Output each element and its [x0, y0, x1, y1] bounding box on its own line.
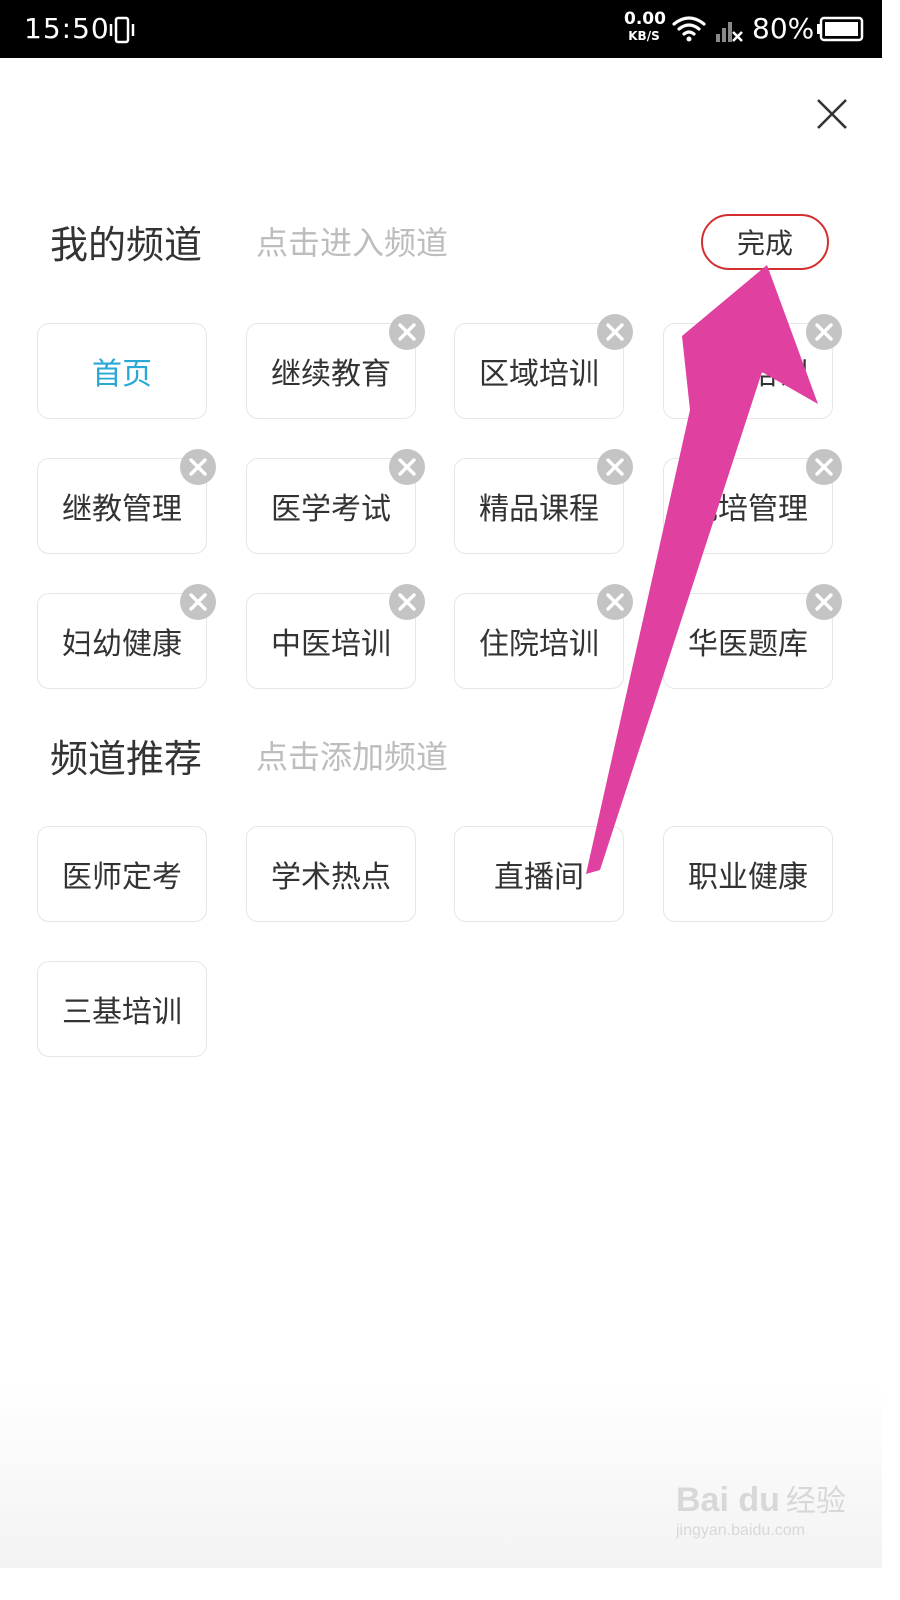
signal-icon: [716, 22, 743, 42]
done-button[interactable]: 完成: [701, 214, 829, 270]
my-channel-chip-label: 妇幼健康: [62, 627, 182, 662]
recommended-channel-chip-label: 职业健康: [688, 860, 808, 895]
status-bar: 15:50 0.00 KB/S 80%: [0, 0, 882, 58]
recommended-channels-title: 频道推荐: [50, 737, 203, 781]
my-channel-chip[interactable]: 基层培训: [663, 314, 842, 419]
my-channel-chip-label: 规培管理: [688, 492, 808, 527]
my-channel-chip[interactable]: 规培管理: [663, 449, 842, 554]
watermark-logo: Bai du: [676, 1481, 780, 1519]
recommended-channel-chip[interactable]: 三基培训: [37, 961, 207, 1057]
remove-channel-icon[interactable]: [806, 314, 842, 350]
watermark-brand: 经验: [785, 1484, 846, 1519]
my-channel-chip-label: 精品课程: [479, 492, 599, 527]
my-channel-chip[interactable]: 首页: [37, 323, 207, 419]
my-channel-chip-label: 继续教育: [271, 357, 391, 392]
network-speed-value: 0.00: [624, 9, 666, 29]
my-channel-chip-label: 中医培训: [271, 627, 391, 662]
my-channel-chip-label: 继教管理: [62, 492, 182, 527]
my-channel-chip-label: 住院培训: [479, 627, 599, 662]
wifi-icon: [672, 16, 706, 42]
remove-channel-icon[interactable]: [597, 314, 633, 350]
close-icon[interactable]: [812, 94, 852, 134]
my-channel-chip-label: 医学考试: [271, 492, 391, 527]
my-channel-chip[interactable]: 继教管理: [37, 449, 216, 554]
remove-channel-icon[interactable]: [806, 584, 842, 620]
my-channel-chip[interactable]: 继续教育: [246, 314, 425, 419]
remove-channel-icon[interactable]: [806, 449, 842, 485]
battery-icon: [817, 16, 864, 42]
recommended-channel-chip-label: 医师定考: [62, 860, 182, 895]
my-channel-chip[interactable]: 区域培训: [454, 314, 633, 419]
recommended-channel-chip[interactable]: 医师定考: [37, 826, 207, 922]
my-channel-chip[interactable]: 中医培训: [246, 584, 425, 689]
my-channel-chip[interactable]: 医学考试: [246, 449, 425, 554]
remove-channel-icon[interactable]: [389, 584, 425, 620]
network-speed-unit: KB/S: [628, 29, 660, 43]
recommended-channel-chip-label: 三基培训: [62, 995, 182, 1030]
my-channel-chip[interactable]: 精品课程: [454, 449, 633, 554]
remove-channel-icon[interactable]: [180, 584, 216, 620]
my-channel-chip[interactable]: 妇幼健康: [37, 584, 216, 689]
remove-channel-icon[interactable]: [597, 449, 633, 485]
recommended-channel-chip[interactable]: 直播间: [454, 826, 624, 922]
my-channel-chip-label: 区域培训: [479, 357, 599, 392]
status-time: 15:50: [24, 12, 110, 45]
recommended-channel-chip[interactable]: 职业健康: [663, 826, 833, 922]
remove-channel-icon[interactable]: [180, 449, 216, 485]
baidu-jingyan-watermark: Bai du 经验 jingyan.baidu.com: [676, 1476, 846, 1556]
my-channel-chip[interactable]: 华医题库: [663, 584, 842, 689]
recommended-channel-chip[interactable]: 学术热点: [246, 826, 416, 922]
vibrate-icon: [109, 16, 135, 44]
network-speed: 0.00 KB/S: [624, 9, 666, 43]
my-channels-hint: 点击进入频道: [256, 224, 449, 262]
battery-percent: 80%: [752, 12, 815, 45]
remove-channel-icon[interactable]: [597, 584, 633, 620]
remove-channel-icon[interactable]: [389, 449, 425, 485]
my-channel-chip-label: 基层培训: [688, 357, 808, 392]
my-channels-title: 我的频道: [50, 223, 203, 267]
my-channel-chip-label: 华医题库: [688, 627, 808, 662]
recommended-channel-chip-label: 直播间: [494, 860, 584, 895]
my-channel-chip-label: 首页: [92, 357, 152, 392]
watermark-url: jingyan.baidu.com: [676, 1522, 805, 1539]
recommended-channels-hint: 点击添加频道: [256, 738, 449, 776]
recommended-channel-chip-label: 学术热点: [271, 860, 391, 895]
remove-channel-icon[interactable]: [389, 314, 425, 350]
my-channel-chip[interactable]: 住院培训: [454, 584, 633, 689]
